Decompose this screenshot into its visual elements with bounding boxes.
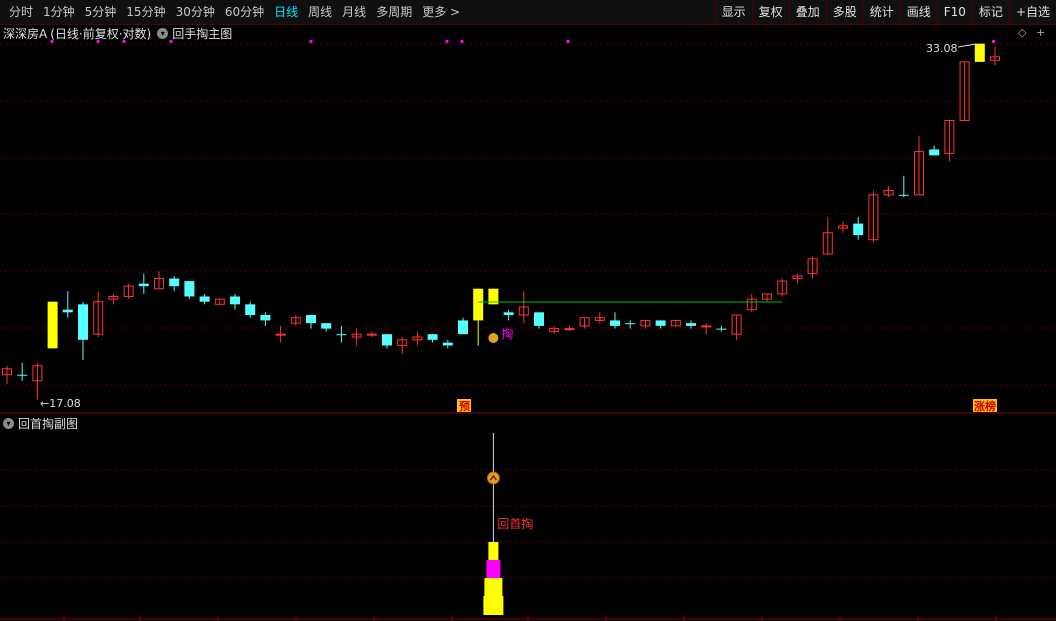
signal-dot (169, 40, 173, 43)
sub-signal-label: 回首掏 (497, 516, 533, 531)
candle-body (655, 320, 666, 326)
signal-dot (566, 40, 570, 43)
signal-dot (122, 40, 126, 43)
candle-body (701, 325, 712, 328)
sub-bar (483, 596, 504, 615)
candle-body (17, 374, 28, 376)
candle-body (853, 223, 864, 236)
sub-bar (488, 542, 499, 560)
candle-body (199, 296, 210, 302)
mid-signal-label: 掏 (501, 326, 513, 341)
candle-body (458, 320, 468, 335)
candlestick-chart: ←17.08 33.08 预 涨榜 掏回首掏 (0, 40, 1056, 621)
up-arrow-icon (486, 471, 500, 485)
money-bag-icon (488, 333, 499, 343)
candle-body (716, 328, 727, 330)
low-price-label: ←17.08 (40, 397, 81, 410)
sub-bar (486, 560, 501, 578)
signal-dot (460, 40, 464, 43)
candle-body (138, 283, 149, 287)
sub-bar (484, 578, 503, 596)
signal-dot (309, 40, 313, 43)
candle-body (184, 281, 195, 297)
signal-dot (445, 40, 449, 43)
high-price-label: 33.08 (926, 42, 958, 55)
candle-body (929, 149, 940, 156)
marker-yu: 预 (459, 399, 470, 413)
candle-body (230, 296, 240, 305)
candle-body (306, 315, 316, 324)
signal-dot (992, 40, 995, 43)
candle-body (260, 315, 271, 321)
candle-body (245, 304, 256, 316)
signal-dot (50, 40, 54, 43)
candle-body (534, 312, 544, 326)
candle-body (78, 304, 88, 340)
candle-body (473, 288, 484, 321)
candle-body (686, 323, 696, 326)
candle-body (169, 278, 180, 287)
candle-body (427, 334, 438, 340)
candle-body (564, 328, 575, 331)
candle-body (275, 333, 286, 336)
candle-body (47, 301, 58, 349)
candle-body (321, 323, 332, 329)
candle-body (625, 323, 636, 325)
candle-body (610, 320, 620, 326)
marker-zt: 涨榜 (974, 399, 996, 413)
candle-body (974, 43, 985, 62)
candle-body (503, 312, 514, 316)
candle-body (366, 333, 377, 336)
candle-body (336, 334, 347, 336)
candle-body (382, 334, 392, 346)
candle-body (62, 309, 73, 313)
candle-body (898, 194, 909, 196)
signal-dot (96, 40, 100, 43)
candle-body (442, 342, 453, 346)
